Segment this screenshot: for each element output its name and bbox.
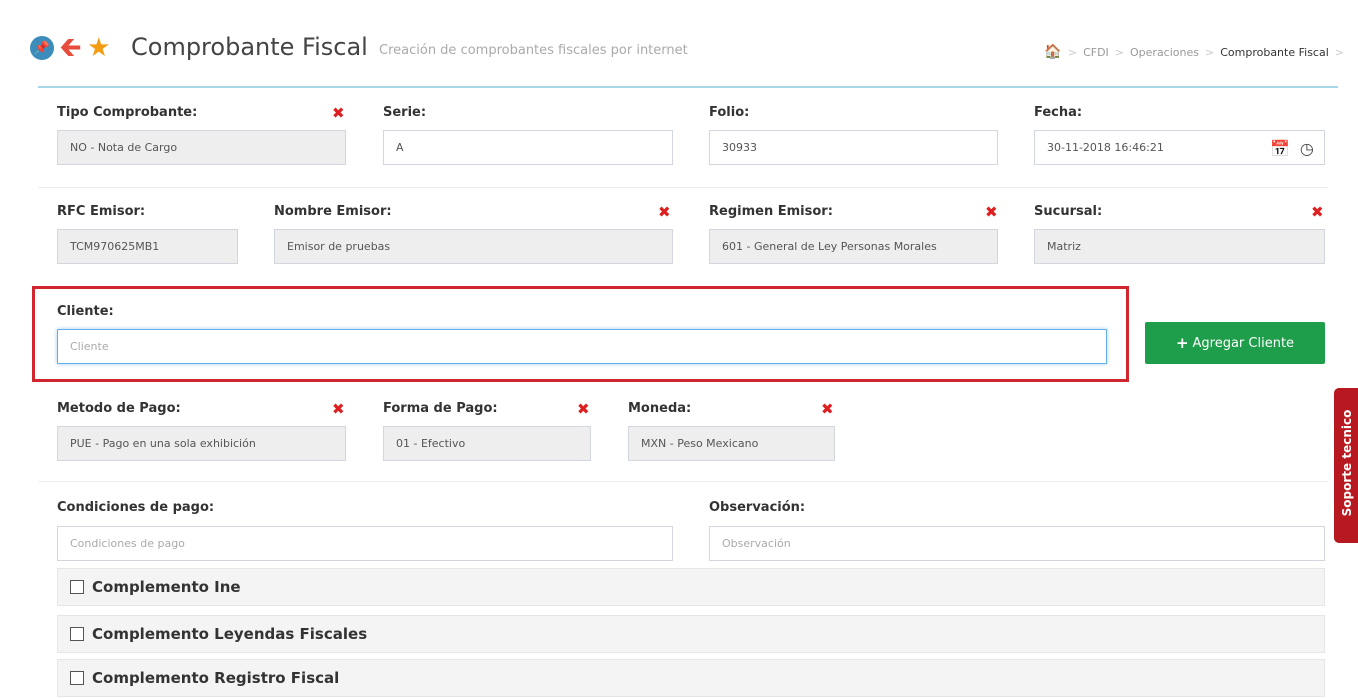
- clear-metodo-icon[interactable]: ✖: [332, 400, 345, 418]
- complemento-ine-toggle[interactable]: Complemento Ine: [57, 568, 1325, 606]
- metodo-pago-field[interactable]: PUE - Pago en una sola exhibición: [57, 426, 346, 461]
- regimen-emisor-label: Regimen Emisor:: [709, 204, 833, 219]
- condiciones-pago-label: Condiciones de pago:: [57, 500, 215, 515]
- clear-nombre-icon[interactable]: ✖: [658, 203, 671, 221]
- divider: [38, 481, 1328, 482]
- tipo-comprobante-field[interactable]: NO - Nota de Cargo: [57, 130, 346, 165]
- sucursal-label: Sucursal:: [1034, 204, 1103, 219]
- home-icon[interactable]: 🏠: [1044, 44, 1061, 60]
- checkbox-icon[interactable]: [70, 580, 84, 594]
- star-icon[interactable]: ★: [87, 35, 110, 61]
- breadcrumb-separator: >: [1067, 45, 1078, 59]
- folio-field[interactable]: 30933: [709, 130, 998, 165]
- moneda-field[interactable]: MXN - Peso Mexicano: [628, 426, 835, 461]
- clear-sucursal-icon[interactable]: ✖: [1311, 203, 1324, 221]
- agregar-cliente-label: Agregar Cliente: [1192, 335, 1295, 351]
- serie-field[interactable]: A: [383, 130, 673, 165]
- observacion-input[interactable]: Observación: [709, 526, 1325, 561]
- soporte-tecnico-tab[interactable]: Soporte tecnico: [1334, 388, 1358, 543]
- breadcrumb-separator: >: [1205, 45, 1215, 59]
- regimen-emisor-field[interactable]: 601 - General de Ley Personas Morales: [709, 229, 998, 264]
- complemento-leyendas-toggle[interactable]: Complemento Leyendas Fiscales: [57, 615, 1325, 653]
- forma-pago-field[interactable]: 01 - Efectivo: [383, 426, 591, 461]
- rfc-emisor-label: RFC Emisor:: [57, 204, 146, 219]
- clear-regimen-icon[interactable]: ✖: [985, 203, 998, 221]
- back-arrow-icon[interactable]: 🡰: [60, 35, 81, 61]
- date-icons: 📅 ◷: [1270, 139, 1314, 158]
- calendar-icon[interactable]: 📅: [1270, 139, 1290, 158]
- checkbox-icon[interactable]: [70, 671, 84, 685]
- sucursal-field[interactable]: Matriz: [1034, 229, 1325, 264]
- clear-forma-icon[interactable]: ✖: [577, 400, 590, 418]
- breadcrumb-item-operaciones[interactable]: Operaciones: [1130, 46, 1199, 59]
- condiciones-pago-input[interactable]: Condiciones de pago: [57, 526, 673, 561]
- form-panel: [38, 86, 1338, 698]
- nombre-emisor-field[interactable]: Emisor de pruebas: [274, 229, 673, 264]
- page-title: Comprobante Fiscal: [131, 33, 368, 61]
- breadcrumb-item-current: Comprobante Fiscal: [1220, 45, 1329, 59]
- serie-label: Serie:: [383, 105, 427, 120]
- tipo-comprobante-label: Tipo Comprobante:: [57, 105, 198, 120]
- complemento-registro-label: Complemento Registro Fiscal: [92, 669, 340, 687]
- breadcrumb-separator: >: [1114, 45, 1125, 59]
- pin-icon[interactable]: 📌: [30, 36, 54, 60]
- metodo-pago-label: Metodo de Pago:: [57, 401, 181, 416]
- agregar-cliente-button[interactable]: + Agregar Cliente: [1145, 322, 1325, 364]
- clear-tipo-icon[interactable]: ✖: [332, 104, 345, 122]
- checkbox-icon[interactable]: [70, 627, 84, 641]
- observacion-label: Observación:: [709, 500, 806, 515]
- breadcrumb-item-cfdi[interactable]: CFDI: [1083, 46, 1109, 59]
- complemento-registro-toggle[interactable]: Complemento Registro Fiscal: [57, 659, 1325, 697]
- complemento-ine-label: Complemento Ine: [92, 578, 241, 596]
- nombre-emisor-label: Nombre Emisor:: [274, 204, 392, 219]
- cliente-label: Cliente:: [57, 304, 114, 319]
- header-icons: 📌 🡰 ★: [30, 35, 110, 61]
- page-subtitle: Creación de comprobantes fiscales por in…: [379, 43, 688, 58]
- complemento-leyendas-label: Complemento Leyendas Fiscales: [92, 625, 368, 643]
- breadcrumb: 🏠 > CFDI > Operaciones > Comprobante Fis…: [1044, 44, 1344, 60]
- forma-pago-label: Forma de Pago:: [383, 401, 498, 416]
- clock-icon[interactable]: ◷: [1300, 139, 1314, 158]
- cliente-input[interactable]: Cliente: [57, 329, 1107, 364]
- rfc-emisor-field[interactable]: TCM970625MB1: [57, 229, 238, 264]
- fecha-label: Fecha:: [1034, 105, 1083, 120]
- clear-moneda-icon[interactable]: ✖: [821, 400, 834, 418]
- page-header: 📌 🡰 ★ Comprobante Fiscal Creación de com…: [0, 0, 1358, 88]
- soporte-tecnico-label: Soporte tecnico: [1340, 409, 1354, 517]
- breadcrumb-separator: >: [1334, 45, 1344, 59]
- plus-icon: +: [1175, 334, 1189, 352]
- moneda-label: Moneda:: [628, 401, 692, 416]
- folio-label: Folio:: [709, 105, 750, 120]
- divider: [38, 187, 1328, 188]
